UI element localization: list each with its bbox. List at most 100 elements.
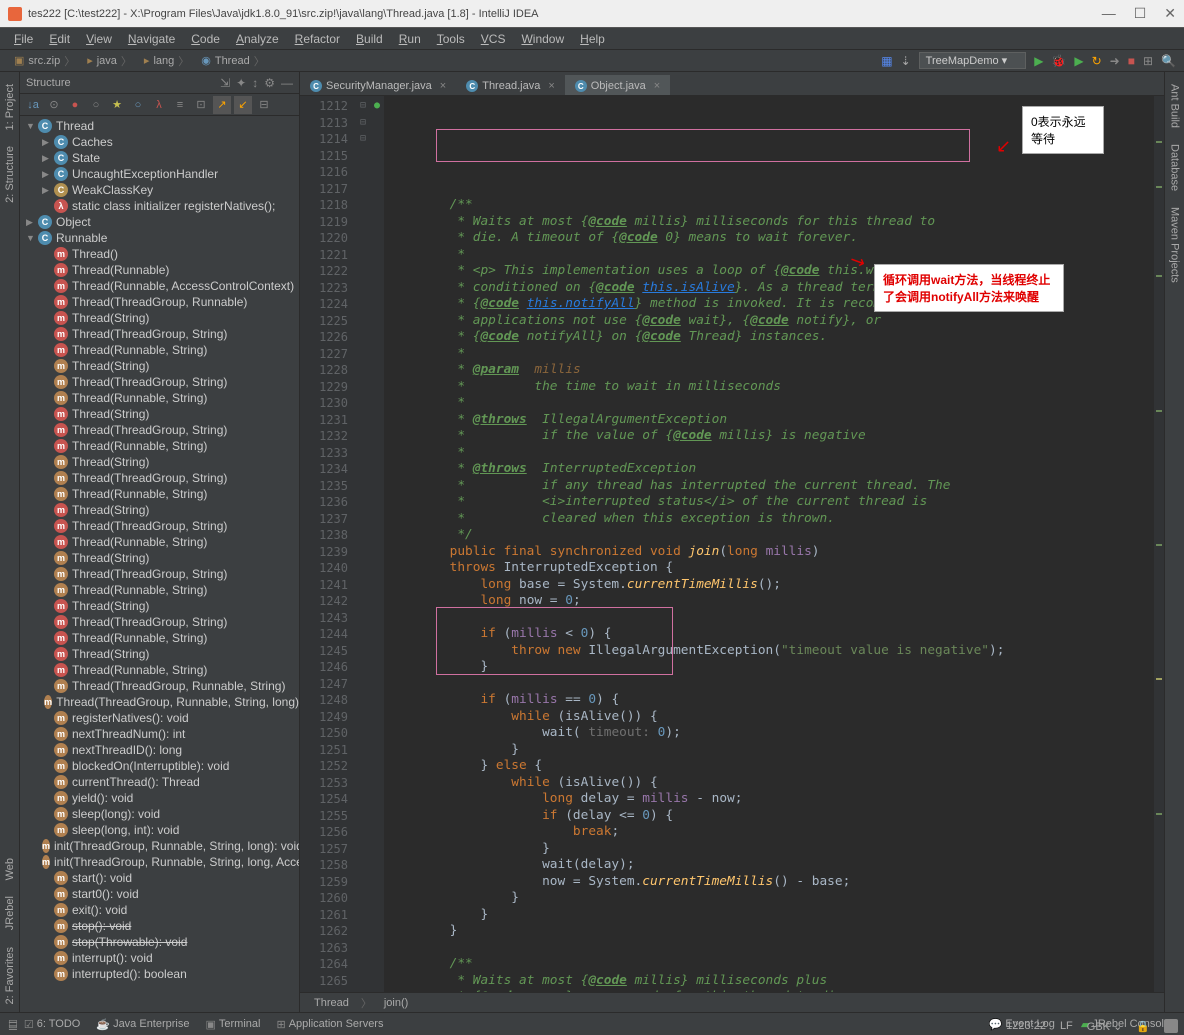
status-item[interactable]: ☑ 6: TODO [18,1018,86,1031]
tree-item[interactable]: ▼CRunnable [20,230,299,246]
tree-item[interactable]: mThread(ThreadGroup, String) [20,518,299,534]
menu-file[interactable]: File [6,32,41,46]
tree-item[interactable]: mstart0(): void [20,886,299,902]
sort-icon[interactable]: ↓a [24,96,42,114]
select-run-config-icon[interactable]: ⇣ [901,54,911,68]
editor-tab[interactable]: CSecurityManager.java× [300,75,456,95]
menu-help[interactable]: Help [572,32,613,46]
right-tool-database[interactable]: Database [1167,136,1183,199]
tree-item[interactable]: ▼CThread [20,118,299,134]
tree-item[interactable]: mThread(String) [20,358,299,374]
tree-item[interactable]: mThread(String) [20,598,299,614]
menu-window[interactable]: Window [513,32,572,46]
tree-item[interactable]: mThread(Runnable, String) [20,438,299,454]
stop-button[interactable]: ■ [1128,54,1135,68]
tree-item[interactable]: mcurrentThread(): Thread [20,774,299,790]
fields-icon[interactable]: ● [66,96,84,114]
tree-item[interactable]: ▶CState [20,150,299,166]
breadcrumb-item[interactable]: ▸ java 〉 [81,53,138,69]
tree-item[interactable]: mexit(): void [20,902,299,918]
tree-item[interactable]: mThread(ThreadGroup, String) [20,326,299,342]
tree-item[interactable]: ▶CUncaughtExceptionHandler [20,166,299,182]
attach-button[interactable]: ➜ [1110,54,1120,68]
tree-item[interactable]: mstop(Throwable): void [20,934,299,950]
right-tool-mavenprojects[interactable]: Maven Projects [1167,199,1183,291]
run-config-selector[interactable]: TreeMapDemo ▾ [919,52,1027,69]
tree-item[interactable]: msleep(long): void [20,806,299,822]
pin-icon[interactable]: ⇲ [220,76,230,90]
fold-column[interactable]: ⊟⊟⊟ [356,96,370,992]
tree-item[interactable]: λstatic class initializer registerNative… [20,198,299,214]
gear-icon[interactable]: ⚙ [264,76,275,90]
status-item[interactable]: ☕ Java Enterprise [90,1018,195,1031]
tree-item[interactable]: mThread(Runnable, String) [20,662,299,678]
structure-button[interactable]: ⊞ [1143,54,1153,68]
right-tool-antbuild[interactable]: Ant Build [1167,76,1183,136]
tree-item[interactable]: mThread(ThreadGroup, Runnable, String) [20,678,299,694]
line-ending[interactable]: LF [1060,1020,1073,1032]
tree-item[interactable]: myield(): void [20,790,299,806]
tree-item[interactable]: mThread(String) [20,502,299,518]
getter-icon[interactable]: ⊡ [192,96,210,114]
minimize-button[interactable]: — [1102,5,1116,22]
tree-item[interactable]: mstop(): void [20,918,299,934]
tree-item[interactable]: mThread(String) [20,646,299,662]
autoscroll-from-icon[interactable]: ↙ [234,96,252,114]
tree-item[interactable]: msleep(long, int): void [20,822,299,838]
left-tool-web[interactable]: Web [2,850,18,888]
run-coverage-button[interactable]: ▶ [1074,54,1083,68]
tree-item[interactable]: mThread() [20,246,299,262]
methods-icon[interactable]: ★ [108,96,126,114]
menu-edit[interactable]: Edit [41,32,78,46]
tree-item[interactable]: ▶CCaches [20,134,299,150]
tree-item[interactable]: mThread(Runnable, String) [20,486,299,502]
inherited-icon[interactable]: ○ [87,96,105,114]
status-item[interactable]: ▣ Terminal [200,1018,267,1031]
left-tool-favorites[interactable]: 2: Favorites [2,939,18,1012]
tree-item[interactable]: mThread(ThreadGroup, String) [20,374,299,390]
menu-navigate[interactable]: Navigate [120,32,183,46]
breadcrumb-item[interactable]: Thread [308,997,355,1009]
tree-item[interactable]: mThread(String) [20,310,299,326]
tree-item[interactable]: mThread(String) [20,454,299,470]
structure-tree[interactable]: ▼CThread▶CCaches▶CState▶CUncaughtExcepti… [20,116,299,1012]
tree-item[interactable]: mThread(Runnable, String) [20,534,299,550]
menu-build[interactable]: Build [348,32,391,46]
close-button[interactable]: ✕ [1164,5,1176,22]
non-public-icon[interactable]: ≡ [171,96,189,114]
close-tab-icon[interactable]: × [548,80,554,92]
status-item[interactable]: ⊞ Application Servers [270,1018,389,1031]
tree-item[interactable]: mnextThreadNum(): int [20,726,299,742]
tree-item[interactable]: mThread(Runnable, String) [20,342,299,358]
breadcrumb-item[interactable]: ▣ src.zip 〉 [8,53,81,69]
tree-item[interactable]: minterrupted(): boolean [20,966,299,982]
breadcrumb-item[interactable]: ◉ Thread 〉 [195,53,270,69]
tree-item[interactable]: minit(ThreadGroup, Runnable, String, lon… [20,838,299,854]
tool-icon[interactable]: ▦ [881,54,892,68]
autoscroll-to-icon[interactable]: ↗ [213,96,231,114]
tree-item[interactable]: mblockedOn(Interruptible): void [20,758,299,774]
scroll-from-icon[interactable]: ✦ [236,76,246,90]
close-tab-icon[interactable]: × [654,80,660,92]
menu-analyze[interactable]: Analyze [228,32,287,46]
code-editor[interactable]: /** * Waits at most {@code millis} milli… [384,96,1154,992]
tree-item[interactable]: mThread(Runnable, AccessControlContext) [20,278,299,294]
tree-item[interactable]: mThread(Runnable, String) [20,630,299,646]
inspector-icon[interactable] [1164,1019,1178,1033]
lock-icon[interactable]: 🔒 [1136,1020,1150,1033]
tree-item[interactable]: mregisterNatives(): void [20,710,299,726]
sort-vis-icon[interactable]: ⊙ [45,96,63,114]
anon-icon[interactable]: ○ [129,96,147,114]
breadcrumb-item[interactable]: join() [378,997,414,1009]
editor-tab[interactable]: CObject.java× [565,75,670,95]
tree-item[interactable]: mThread(ThreadGroup, String) [20,422,299,438]
menu-view[interactable]: View [78,32,120,46]
collapse-all-icon[interactable]: ⊟ [255,96,273,114]
tree-item[interactable]: mThread(Runnable) [20,262,299,278]
tree-item[interactable]: mThread(String) [20,406,299,422]
tree-item[interactable]: mThread(ThreadGroup, String) [20,470,299,486]
debug-button[interactable]: 🐞 [1051,54,1066,68]
menu-refactor[interactable]: Refactor [287,32,348,46]
tree-item[interactable]: minit(ThreadGroup, Runnable, String, lon… [20,854,299,870]
menu-vcs[interactable]: VCS [473,32,514,46]
